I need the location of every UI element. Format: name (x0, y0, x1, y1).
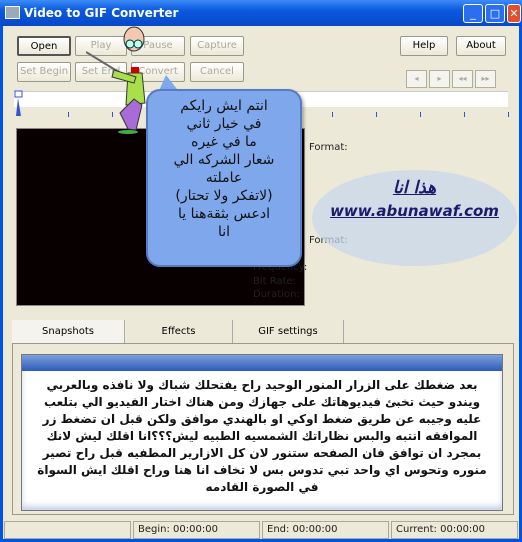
message-header (22, 355, 502, 371)
app-icon (5, 6, 20, 19)
slider-tick (420, 112, 421, 117)
status-current: Current: 00:00:00 (391, 521, 518, 539)
help-button[interactable]: Help (400, 36, 448, 56)
tab-bar: Snapshots Effects GIF settings (12, 320, 512, 344)
close-button[interactable]: ✕ (507, 4, 521, 23)
about-button[interactable]: About (456, 36, 506, 56)
bit-rate-label: Bit Rate: (253, 276, 297, 287)
cancel-button[interactable]: Cancel (190, 62, 244, 82)
speech-bubble: انتم ايش رايكم في خيار ثاني ما في غيره ش… (146, 89, 302, 267)
status-begin: Begin: 00:00:00 (133, 521, 260, 539)
watermark-title: هذا انا (392, 178, 437, 198)
maximize-button[interactable]: □ (485, 4, 505, 23)
duration-label: Duration: (253, 289, 300, 300)
slider-tick (332, 112, 333, 117)
slider-tick (376, 112, 377, 117)
title-bar: Video to GIF Converter (0, 0, 522, 26)
message-text: بعد ضغطك على الزرار المنور الوحيد راح يف… (37, 378, 487, 494)
tab-gif-settings[interactable]: GIF settings (233, 320, 344, 344)
video-format-label: Format: (309, 142, 348, 153)
tab-effects[interactable]: Effects (125, 320, 233, 344)
slider-tick (464, 112, 465, 117)
tab-panel: بعد ضغطك على الزرار المنور الوحيد راح يف… (12, 343, 514, 515)
status-end: End: 00:00:00 (262, 521, 389, 539)
tab-snapshots[interactable]: Snapshots (12, 320, 125, 344)
last-frame-button[interactable]: ▸▸ (475, 70, 496, 88)
minimize-button[interactable]: _ (463, 4, 483, 23)
slider-tick (68, 112, 69, 117)
message-box: بعد ضغطك على الزرار المنور الوحيد راح يف… (21, 354, 503, 511)
slider-thumb[interactable] (14, 90, 23, 118)
window-title: Video to GIF Converter (24, 6, 179, 20)
first-frame-button[interactable]: ◂◂ (452, 70, 473, 88)
capture-button[interactable]: Capture (190, 36, 244, 56)
open-button[interactable]: Open (17, 36, 71, 56)
slider-tick (508, 112, 509, 117)
watermark-url[interactable]: www.abunawaf.com (312, 202, 517, 220)
prev-frame-button[interactable]: ◂ (406, 70, 427, 88)
next-frame-button[interactable]: ▸ (429, 70, 450, 88)
status-progress (4, 521, 131, 539)
watermark-ellipse: هذا انا www.abunawaf.com (312, 170, 517, 266)
set-begin-button[interactable]: Set Begin (17, 62, 71, 82)
